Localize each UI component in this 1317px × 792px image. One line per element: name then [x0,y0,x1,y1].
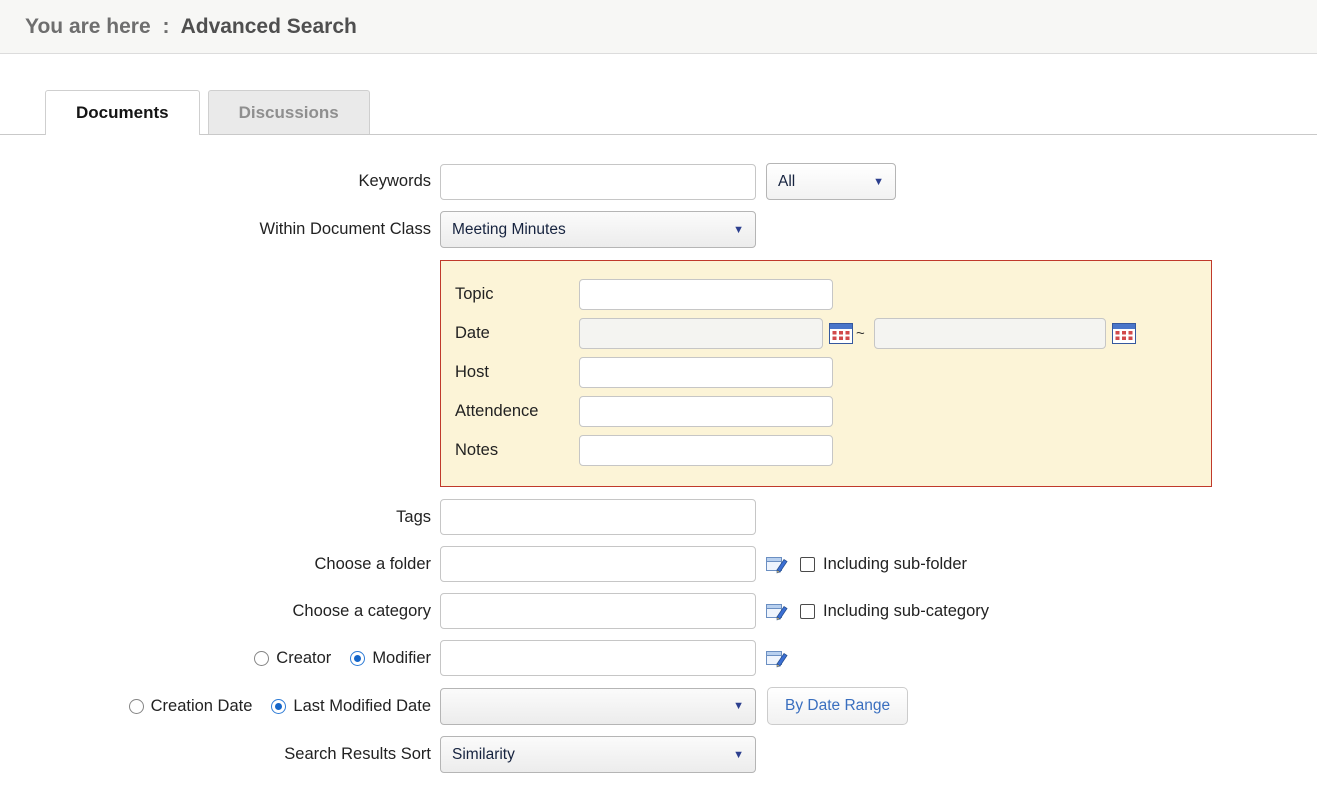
host-label: Host [455,363,579,382]
calendar-icon[interactable] [1112,323,1136,344]
keywords-row: Keywords All ▼ [0,163,1317,200]
modifier-radio[interactable] [350,651,365,666]
category-label: Choose a category [0,602,440,621]
creation-date-radio-label: Creation Date [151,697,253,716]
document-class-select[interactable]: Meeting Minutes ▼ [440,211,756,248]
sort-label: Search Results Sort [0,745,440,764]
attendence-row: Attendence [455,396,1197,427]
include-subcategory-label: Including sub-category [823,602,989,621]
document-class-label: Within Document Class [0,220,440,239]
page-title: Advanced Search [181,15,357,38]
folder-label: Choose a folder [0,555,440,574]
chevron-down-icon: ▼ [733,224,744,236]
host-row: Host [455,357,1197,388]
tags-row: Tags [0,499,1317,535]
document-class-row: Within Document Class Meeting Minutes ▼ [0,211,1317,248]
modifier-radio-label: Modifier [372,649,431,668]
chevron-down-icon: ▼ [733,700,744,712]
tab-discussions[interactable]: Discussions [208,90,370,134]
date-label: Date [455,324,579,343]
notes-label: Notes [455,441,579,460]
document-class-panel: Topic Date ~ [440,260,1212,487]
topic-label: Topic [455,285,579,304]
date-range-separator: ~ [856,325,865,342]
category-picker-icon[interactable] [766,601,788,621]
include-subfolder-checkbox[interactable] [800,557,815,572]
keywords-scope-value: All [778,173,795,191]
sort-select[interactable]: Similarity ▼ [440,736,756,773]
notes-input[interactable] [579,435,833,466]
advanced-search-form: Keywords All ▼ Within Document Class Mee… [0,135,1317,773]
notes-row: Notes [455,435,1197,466]
owner-input[interactable] [440,640,756,676]
date-filter-row: Creation Date Last Modified Date ▼ By Da… [0,687,1317,725]
date-to-input[interactable] [874,318,1106,349]
by-date-range-button[interactable]: By Date Range [767,687,908,725]
keywords-input[interactable] [440,164,756,200]
last-modified-date-radio-label: Last Modified Date [293,697,431,716]
breadcrumb-separator: : [163,15,170,38]
creator-radio[interactable] [254,651,269,666]
tab-bar: Documents Discussions [0,90,1317,135]
topic-row: Topic [455,279,1197,310]
calendar-icon[interactable] [829,323,853,344]
owner-radio-group: Creator Modifier [0,649,440,668]
keywords-scope-select[interactable]: All ▼ [766,163,896,200]
folder-row: Choose a folder Including sub-folder [0,546,1317,582]
category-input[interactable] [440,593,756,629]
folder-picker-icon[interactable] [766,554,788,574]
sort-row: Search Results Sort Similarity ▼ [0,736,1317,773]
tags-input[interactable] [440,499,756,535]
date-row: Date ~ [455,318,1197,349]
include-subfolder-label: Including sub-folder [823,555,967,574]
creation-date-radio[interactable] [129,699,144,714]
folder-input[interactable] [440,546,756,582]
chevron-down-icon: ▼ [873,176,884,188]
sort-value: Similarity [452,746,515,764]
owner-row: Creator Modifier [0,640,1317,676]
breadcrumb-prefix: You are here [25,15,151,38]
host-input[interactable] [579,357,833,388]
tab-documents[interactable]: Documents [45,90,200,135]
topic-input[interactable] [579,279,833,310]
category-row: Choose a category Including sub-category [0,593,1317,629]
user-picker-icon[interactable] [766,648,788,668]
attendence-label: Attendence [455,402,579,421]
include-subcategory-checkbox[interactable] [800,604,815,619]
breadcrumb: You are here : Advanced Search [0,0,1317,54]
creator-radio-label: Creator [276,649,331,668]
document-class-value: Meeting Minutes [452,221,566,239]
attendence-input[interactable] [579,396,833,427]
chevron-down-icon: ▼ [733,749,744,761]
tags-label: Tags [0,508,440,527]
date-range-select[interactable]: ▼ [440,688,756,725]
date-from-input[interactable] [579,318,823,349]
keywords-label: Keywords [0,172,440,191]
last-modified-date-radio[interactable] [271,699,286,714]
date-radio-group: Creation Date Last Modified Date [0,697,440,716]
